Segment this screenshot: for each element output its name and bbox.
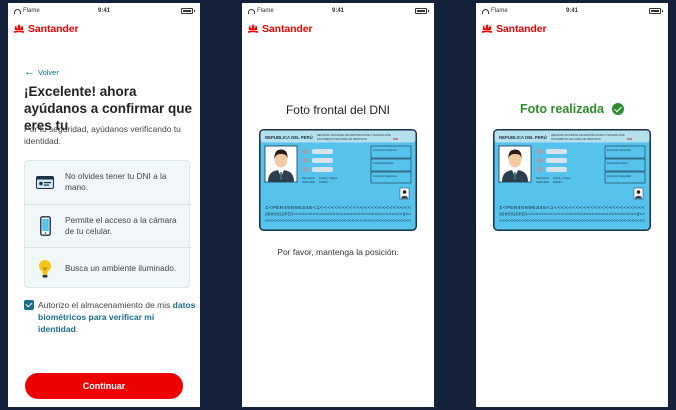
check-circle-icon <box>612 103 625 115</box>
card-small-value: 150101 <box>319 180 328 184</box>
tips-list: No olvides tener tu DNI a la mano. Permi… <box>24 160 191 289</box>
page-subtitle: Por tu seguridad, ayúdanos verificando t… <box>24 124 181 146</box>
back-label: Volver <box>38 68 59 77</box>
lightbulb-icon <box>39 259 51 277</box>
status-bar: Flame 9:41 <box>476 3 668 19</box>
flame-icon <box>248 24 258 33</box>
status-bar: Flame 9:41 <box>8 3 200 19</box>
status-time: 9:41 <box>97 8 110 14</box>
mrz-line: 800002DPER<<<<<<<<<<<<<<<<<<<<<<<<<<<<<<… <box>499 212 645 218</box>
card-small-value: 01/01/1990 <box>536 180 550 184</box>
battery-icon <box>415 8 429 14</box>
santander-logo: Santander <box>242 19 434 39</box>
card-field-label: Fecha de Caducidad <box>373 174 397 178</box>
mrz-line: <<<<<<<<<<<<<<<<<<<<<<<<<<<<<<<<<<<<<<<<… <box>265 218 411 224</box>
consent-text: Autorizo el almacenamiento de mis <box>38 300 173 310</box>
status-time: 9:41 <box>331 8 344 14</box>
dni-card: REPUBLICA DEL PERÚ REGISTRO NACIONAL DE … <box>493 129 651 231</box>
list-item: Permite el acceso a la cámara de tu celu… <box>25 204 191 246</box>
card-small-label: Fecha y Ubigeo <box>319 176 338 180</box>
tip-text: Busca un ambiente iluminado. <box>65 263 177 273</box>
list-item: Busca un ambiente iluminado. <box>25 247 191 289</box>
arrow-left-icon: ← <box>24 66 35 78</box>
battery-icon <box>181 8 195 14</box>
card-dni-label: DNI <box>627 137 632 141</box>
card-field-label: Fecha de Caducidad <box>607 174 631 178</box>
smartphone-icon <box>39 215 51 236</box>
page-title: Foto frontal del DNI <box>285 103 391 117</box>
dni-card-graphic: REPUBLICA DEL PERÚ REGISTRO NACIONAL DE … <box>259 129 417 231</box>
continue-button[interactable]: Continuar <box>25 373 183 399</box>
card-small-label: Nacimiento <box>536 176 550 180</box>
small-portrait <box>633 187 644 200</box>
list-item: No olvides tener tu DNI a la mano. <box>25 161 191 203</box>
santander-logo: Santander <box>8 19 200 39</box>
card-country: REPUBLICA DEL PERÚ <box>265 135 313 140</box>
success-title: Foto realizada <box>476 102 668 116</box>
onboarding-screen: Flame 9:41 Santander ← Volver ¡Excelente… <box>8 3 200 407</box>
card-document-type: DOCUMENTO NACIONAL DE IDENTIDAD <box>551 137 601 141</box>
card-country: REPUBLICA DEL PERÚ <box>499 135 547 140</box>
card-small-value: 01/01/1990 <box>302 180 316 184</box>
card-field-label: Fecha de Emisión <box>373 161 394 165</box>
card-small-value: 150101 <box>553 180 562 184</box>
redacted-fields <box>536 149 567 172</box>
brand-name: Santander <box>262 23 313 35</box>
card-dni-label: DNI <box>393 137 398 141</box>
flame-icon <box>14 24 24 33</box>
id-card-icon <box>36 175 54 189</box>
consent-suffix: . <box>75 324 79 334</box>
mrz-line: <<<<<<<<<<<<<<<<<<<<<<<<<<<<<<<<<<<<<<<<… <box>499 218 645 224</box>
biometric-consent: Autorizo el almacenamiento de mis datos … <box>24 299 196 335</box>
mrz-line: I<PER45606345<1<<<<<<<<<<<<<<<<<<<<<<<<< <box>499 205 645 211</box>
success-label: Foto realizada <box>519 102 605 116</box>
battery-icon <box>649 8 663 14</box>
consent-checkbox[interactable] <box>24 300 34 310</box>
photo-done-screen: Flame 9:41 Santander Foto realizada REPU… <box>476 3 668 407</box>
santander-logo: Santander <box>476 19 668 39</box>
tip-text: No olvides tener tu DNI a la mano. <box>65 171 167 192</box>
redacted-fields <box>302 149 333 172</box>
card-small-label: Fecha y Ubigeo <box>553 176 572 180</box>
tip-text: Permite el acceso a la cámara de tu celu… <box>65 214 177 236</box>
brand-name: Santander <box>496 23 547 35</box>
card-small-label: Nacimiento <box>302 176 316 180</box>
instruction-text: Por favor, mantenga la posición. <box>277 247 399 257</box>
portrait-photo <box>498 145 532 183</box>
status-time: 9:41 <box>565 8 578 14</box>
mrz-line: 800002DPER<<<<<<<<<<<<<<<<<<<<<<<<<<<<<<… <box>265 212 411 218</box>
small-portrait <box>399 187 410 200</box>
card-field-label: Fecha de Inscripción <box>373 148 397 152</box>
status-bar: Flame 9:41 <box>242 3 434 19</box>
dni-capture-screen: Flame 9:41 Santander Foto frontal del DN… <box>242 3 434 407</box>
card-document-type: DOCUMENTO NACIONAL DE IDENTIDAD <box>317 137 367 141</box>
mrz-line: I<PER45606345<1<<<<<<<<<<<<<<<<<<<<<<<<< <box>265 205 411 211</box>
flame-icon <box>482 24 492 33</box>
brand-name: Santander <box>28 23 79 35</box>
dni-card: REPUBLICA DEL PERÚ REGISTRO NACIONAL DE … <box>259 129 417 231</box>
dni-card-graphic: REPUBLICA DEL PERÚ REGISTRO NACIONAL DE … <box>493 129 651 231</box>
portrait-photo <box>264 145 298 183</box>
back-link[interactable]: ← Volver <box>24 67 59 78</box>
card-field-label: Fecha de Emisión <box>607 161 628 165</box>
card-field-label: Fecha de Inscripción <box>607 148 631 152</box>
